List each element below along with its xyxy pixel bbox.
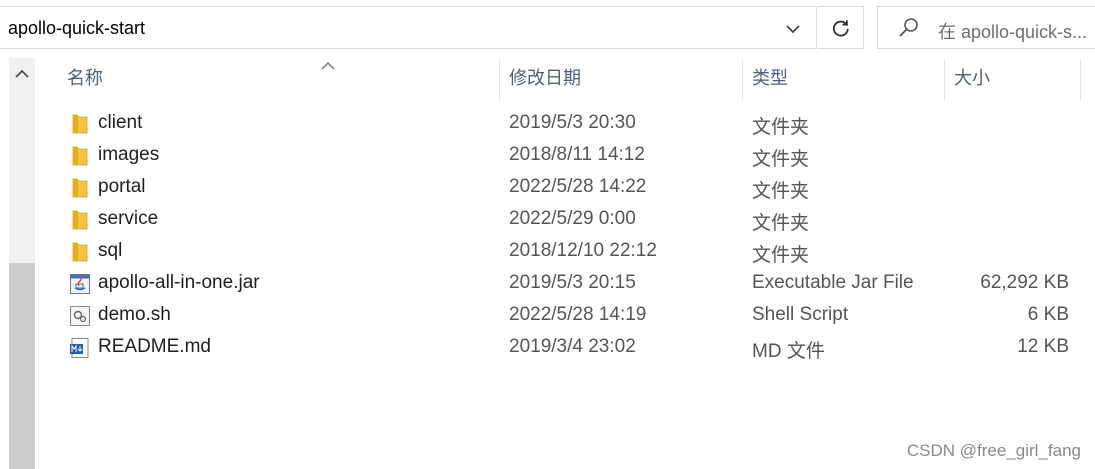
file-modified: 2022/5/28 14:22 (509, 176, 647, 197)
list-item[interactable]: images 2018/8/11 14:12 文件夹 (0, 139, 1095, 171)
column-header-name[interactable]: 名称 (67, 56, 103, 100)
file-size: 62,292 KB (980, 272, 1069, 293)
file-modified: 2022/5/29 0:00 (509, 208, 636, 229)
search-input[interactable]: 在 apollo-quick-s... (938, 18, 1087, 44)
scroll-up-icon[interactable] (15, 66, 29, 84)
file-type: 文件夹 (752, 181, 810, 202)
navigation-bar: apollo-quick-start 在 apollo-quick-s... (0, 0, 1095, 56)
file-name: README.md (98, 336, 211, 357)
column-divider[interactable] (499, 60, 500, 100)
file-modified: 2018/8/11 14:12 (509, 144, 645, 165)
column-header-modified[interactable]: 修改日期 (509, 56, 581, 100)
file-name: apollo-all-in-one.jar (98, 272, 260, 293)
file-type: Executable Jar File (752, 272, 914, 293)
address-path[interactable]: apollo-quick-start (8, 18, 145, 39)
file-type: 文件夹 (752, 213, 810, 234)
file-type: Shell Script (752, 304, 849, 325)
list-item[interactable]: README.md 2019/3/4 23:02 MD 文件 12 KB (0, 331, 1095, 363)
file-name: images (98, 144, 160, 165)
list-item[interactable]: sql 2018/12/10 22:12 文件夹 (0, 235, 1095, 267)
folder-icon (69, 145, 91, 167)
folder-icon (69, 177, 91, 199)
file-modified: 2022/5/28 14:19 (509, 304, 647, 325)
column-headers: 名称 修改日期 类型 大小 (50, 56, 1095, 100)
file-modified: 2019/5/3 20:30 (509, 112, 636, 133)
column-divider[interactable] (944, 60, 945, 100)
column-header-type[interactable]: 类型 (752, 56, 788, 100)
file-name: service (98, 208, 159, 229)
markdown-file-icon (69, 337, 91, 359)
refresh-button[interactable] (818, 6, 864, 49)
file-modified: 2018/12/10 22:12 (509, 240, 657, 261)
sort-ascending-icon (321, 57, 335, 75)
folder-icon (69, 209, 91, 231)
watermark: CSDN @free_girl_fang (906, 441, 1081, 460)
list-item[interactable]: portal 2022/5/28 14:22 文件夹 (0, 171, 1095, 203)
column-divider[interactable] (1080, 60, 1081, 100)
file-type: 文件夹 (752, 149, 810, 170)
folder-icon (69, 113, 91, 135)
shell-script-icon (69, 305, 91, 327)
file-modified: 2019/5/3 20:15 (509, 272, 636, 293)
java-jar-icon (69, 273, 91, 295)
file-size: 12 KB (1017, 336, 1069, 357)
column-divider[interactable] (742, 60, 743, 100)
file-name: portal (98, 176, 146, 197)
file-name: client (98, 112, 143, 133)
list-item[interactable]: client 2019/5/3 20:30 文件夹 (0, 107, 1095, 139)
address-bar[interactable]: apollo-quick-start (0, 6, 817, 49)
chevron-down-icon[interactable] (780, 21, 806, 39)
file-size: 6 KB (1027, 304, 1069, 325)
file-type: 文件夹 (752, 117, 810, 138)
file-name: demo.sh (98, 304, 171, 325)
file-type: 文件夹 (752, 245, 810, 266)
file-name: sql (98, 240, 123, 261)
file-modified: 2019/3/4 23:02 (509, 336, 636, 357)
folder-icon (69, 241, 91, 263)
search-icon (898, 17, 920, 44)
column-header-size[interactable]: 大小 (954, 56, 990, 100)
list-item[interactable]: service 2022/5/29 0:00 文件夹 (0, 203, 1095, 235)
list-item[interactable]: demo.sh 2022/5/28 14:19 Shell Script 6 K… (0, 299, 1095, 331)
search-box[interactable]: 在 apollo-quick-s... (877, 6, 1095, 49)
list-item[interactable]: apollo-all-in-one.jar 2019/5/3 20:15 Exe… (0, 267, 1095, 299)
file-type: MD 文件 (752, 341, 825, 362)
